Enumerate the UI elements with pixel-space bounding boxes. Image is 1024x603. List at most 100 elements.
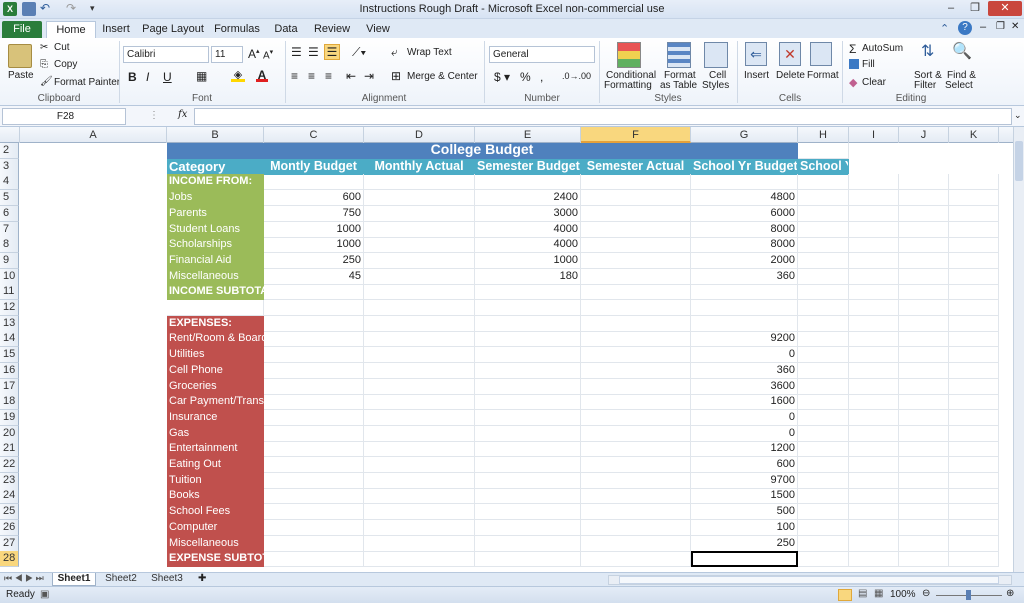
category-cell[interactable]: Entertainment bbox=[167, 441, 264, 458]
copy-button[interactable]: Copy bbox=[54, 59, 77, 70]
monthly-actual-cell[interactable] bbox=[364, 378, 475, 395]
category-cell[interactable]: EXPENSES: bbox=[167, 315, 264, 332]
monthly-budget-cell[interactable] bbox=[264, 174, 364, 191]
semester-actual-cell[interactable] bbox=[581, 347, 691, 364]
grid-cell[interactable] bbox=[849, 347, 899, 364]
school-yr-actual-cell[interactable] bbox=[798, 535, 849, 552]
row-header-7[interactable]: 7 bbox=[0, 221, 19, 238]
grid-cell[interactable] bbox=[849, 174, 899, 191]
monthly-budget-cell[interactable] bbox=[264, 284, 364, 301]
school-yr-actual-cell[interactable] bbox=[798, 425, 849, 442]
grid-cell[interactable] bbox=[899, 551, 949, 568]
page-layout-view-icon[interactable]: ▤ bbox=[858, 588, 867, 599]
horizontal-scroll-thumb[interactable] bbox=[619, 576, 999, 584]
row-header-21[interactable]: 21 bbox=[0, 441, 19, 458]
tab-insert[interactable]: Insert bbox=[98, 21, 134, 38]
monthly-actual-cell[interactable] bbox=[364, 221, 475, 238]
semester-actual-cell[interactable] bbox=[581, 457, 691, 473]
align-left-icon[interactable]: ≡ bbox=[291, 69, 298, 83]
column-title-cell[interactable]: School YR Actual bbox=[798, 158, 849, 175]
format-cells-button[interactable]: Format bbox=[807, 70, 839, 81]
school-yr-actual-cell[interactable] bbox=[798, 347, 849, 364]
school-yr-actual-cell[interactable] bbox=[798, 504, 849, 521]
worksheet-grid[interactable]: ABCDEFGHIJK 2 College Budget 3 Category Mont… bbox=[0, 127, 1013, 572]
grid-cell[interactable] bbox=[849, 190, 899, 207]
row-header-12[interactable]: 12 bbox=[0, 300, 19, 316]
underline-icon[interactable]: U bbox=[163, 70, 172, 84]
grid-cell[interactable] bbox=[899, 284, 949, 301]
monthly-actual-cell[interactable] bbox=[364, 174, 475, 191]
autosum-button[interactable]: AutoSum bbox=[862, 43, 903, 54]
school-yr-budget-cell[interactable]: 250 bbox=[691, 535, 798, 552]
grid-cell[interactable] bbox=[849, 284, 899, 301]
restore-button[interactable]: ❐ bbox=[964, 1, 986, 16]
school-yr-budget-cell[interactable]: 1200 bbox=[691, 441, 798, 458]
grid-cell[interactable] bbox=[849, 535, 899, 552]
row-header-24[interactable]: 24 bbox=[0, 488, 19, 505]
school-yr-actual-cell[interactable] bbox=[798, 394, 849, 411]
monthly-budget-cell[interactable] bbox=[264, 535, 364, 552]
grid-cell[interactable] bbox=[899, 347, 949, 364]
grow-font-icon[interactable]: A▴ bbox=[248, 47, 260, 61]
semester-budget-cell[interactable] bbox=[475, 457, 581, 473]
school-yr-actual-cell[interactable] bbox=[798, 300, 849, 316]
category-cell[interactable]: Computer bbox=[167, 519, 264, 536]
semester-actual-cell[interactable] bbox=[581, 362, 691, 379]
tab-review[interactable]: Review bbox=[310, 21, 354, 38]
row-header-8[interactable]: 8 bbox=[0, 237, 19, 254]
decrease-indent-icon[interactable]: ⇤ bbox=[346, 69, 356, 83]
monthly-actual-cell[interactable] bbox=[364, 519, 475, 536]
school-yr-budget-cell[interactable]: 600 bbox=[691, 457, 798, 473]
monthly-actual-cell[interactable] bbox=[364, 315, 475, 332]
school-yr-budget-cell[interactable]: 360 bbox=[691, 268, 798, 285]
grid-cell[interactable] bbox=[849, 441, 899, 458]
grid-cell[interactable] bbox=[899, 268, 949, 285]
grid-cell[interactable] bbox=[899, 362, 949, 379]
row-header-15[interactable]: 15 bbox=[0, 347, 19, 364]
category-cell[interactable]: Miscellaneous bbox=[167, 535, 264, 552]
semester-budget-cell[interactable] bbox=[475, 347, 581, 364]
shrink-font-icon[interactable]: A▾ bbox=[263, 48, 273, 61]
grid-cell[interactable] bbox=[949, 331, 999, 348]
grid-cell[interactable] bbox=[949, 174, 999, 191]
grid-cell[interactable] bbox=[849, 221, 899, 238]
column-header-a[interactable]: A bbox=[20, 127, 167, 143]
zoom-slider-handle[interactable] bbox=[966, 590, 971, 600]
semester-budget-cell[interactable] bbox=[475, 362, 581, 379]
grid-cell[interactable] bbox=[949, 441, 999, 458]
monthly-budget-cell[interactable] bbox=[264, 347, 364, 364]
school-yr-actual-cell[interactable] bbox=[798, 488, 849, 505]
monthly-budget-cell[interactable]: 1000 bbox=[264, 237, 364, 254]
semester-actual-cell[interactable] bbox=[581, 284, 691, 301]
row-header-11[interactable]: 11 bbox=[0, 284, 19, 301]
grid-cell[interactable] bbox=[849, 504, 899, 521]
column-header-j[interactable]: J bbox=[899, 127, 949, 143]
grid-cell[interactable] bbox=[849, 315, 899, 332]
grid-cell[interactable] bbox=[899, 174, 949, 191]
school-yr-budget-cell[interactable]: 6000 bbox=[691, 205, 798, 222]
minimize-button[interactable]: – bbox=[940, 1, 962, 16]
grid-cell[interactable] bbox=[949, 205, 999, 222]
align-right-icon[interactable]: ≡ bbox=[325, 69, 332, 83]
cut-icon[interactable]: ✂ bbox=[40, 42, 48, 53]
semester-actual-cell[interactable] bbox=[581, 205, 691, 222]
row-header-18[interactable]: 18 bbox=[0, 394, 19, 411]
row-header-10[interactable]: 10 bbox=[0, 268, 19, 285]
monthly-actual-cell[interactable] bbox=[364, 394, 475, 411]
column-title-cell[interactable]: Semester Actual bbox=[581, 158, 691, 175]
school-yr-actual-cell[interactable] bbox=[798, 378, 849, 395]
school-yr-budget-cell[interactable] bbox=[691, 284, 798, 301]
row-header-27[interactable]: 27 bbox=[0, 535, 19, 552]
grid-cell[interactable] bbox=[849, 488, 899, 505]
category-cell[interactable]: Utilities bbox=[167, 347, 264, 364]
grid-cell[interactable] bbox=[899, 504, 949, 521]
school-yr-budget-cell[interactable]: 100 bbox=[691, 519, 798, 536]
row-header-13[interactable]: 13 bbox=[0, 315, 19, 332]
tab-page-layout[interactable]: Page Layout bbox=[142, 21, 204, 38]
category-cell[interactable]: Parents bbox=[167, 205, 264, 222]
row-header-9[interactable]: 9 bbox=[0, 252, 19, 269]
semester-actual-cell[interactable] bbox=[581, 441, 691, 458]
fill-icon[interactable] bbox=[849, 59, 859, 69]
grid-cell[interactable] bbox=[849, 268, 899, 285]
expand-formula-bar-icon[interactable]: ⌄ bbox=[1014, 110, 1022, 121]
